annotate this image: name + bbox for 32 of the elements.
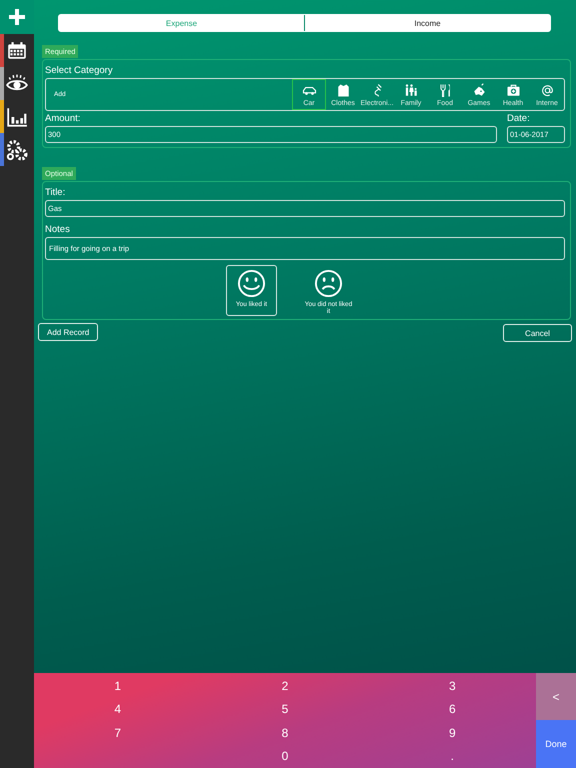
- keypad-key[interactable]: 7: [34, 721, 202, 744]
- add-button[interactable]: [7, 7, 27, 27]
- keypad-key[interactable]: 6: [368, 698, 536, 721]
- backspace-key[interactable]: <: [536, 673, 576, 720]
- smiley-icon: [237, 269, 266, 298]
- keypad-key[interactable]: 3: [368, 674, 536, 698]
- field-label: Select Category: [45, 65, 114, 76]
- at-sign-icon: [540, 82, 554, 98]
- shirt-icon: [336, 82, 350, 98]
- family-icon: [404, 82, 418, 98]
- bar-chart-icon: [6, 106, 28, 128]
- keypad-key[interactable]: 0: [201, 744, 369, 768]
- keypad-key[interactable]: 5: [201, 698, 369, 721]
- field-label: Amount:: [45, 113, 82, 124]
- field-label: Date:: [507, 113, 531, 124]
- sad-face-icon: [314, 269, 343, 298]
- keypad-key[interactable]: 4: [34, 698, 202, 721]
- keypad-key[interactable]: 9: [368, 721, 536, 744]
- plus-icon: [7, 7, 27, 27]
- first-aid-kit-icon: [506, 82, 520, 98]
- add-record-button[interactable]: Add Record: [38, 323, 98, 341]
- keypad-key[interactable]: 8: [201, 721, 369, 744]
- keypad-key[interactable]: 2: [201, 674, 369, 698]
- keypad-key[interactable]: .: [368, 744, 536, 768]
- field-label: Notes: [45, 224, 71, 235]
- done-key[interactable]: Done: [536, 720, 576, 768]
- fork-knife-icon: [438, 82, 452, 98]
- field-label: Title:: [45, 187, 66, 198]
- gears-icon: [6, 138, 28, 160]
- calendar-icon: [6, 40, 28, 62]
- cancel-button[interactable]: Cancel: [503, 324, 572, 342]
- keypad-key[interactable]: 1: [34, 674, 202, 698]
